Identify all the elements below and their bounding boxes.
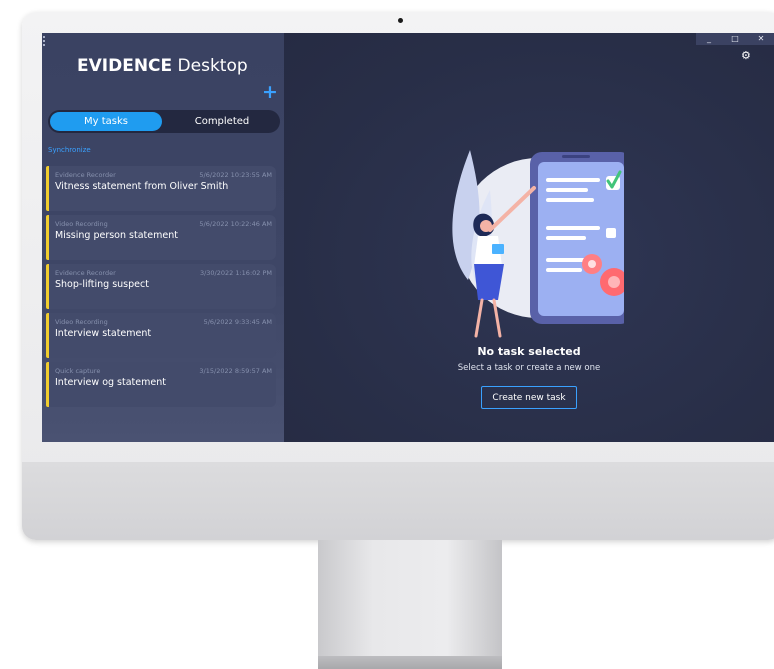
monitor-stand-base — [318, 656, 502, 669]
task-date: 3/30/2022 1:16:02 PM — [199, 269, 272, 277]
sidebar: EVIDENCE Desktop + My tasks Completed Sy… — [42, 33, 284, 442]
task-title: Shop-lifting suspect — [55, 279, 149, 290]
empty-state-title: No task selected — [477, 345, 581, 358]
app-title: EVIDENCE Desktop — [77, 56, 248, 76]
menu-dots-icon[interactable] — [43, 36, 46, 46]
monitor-chin — [22, 462, 774, 540]
task-item[interactable]: Evidence Recorder 3/30/2022 1:16:02 PM S… — [46, 264, 276, 309]
task-type: Evidence Recorder — [55, 269, 116, 277]
task-type: Evidence Recorder — [55, 171, 116, 179]
app-title-bold: EVIDENCE — [77, 56, 173, 76]
task-title: Vitness statement from Oliver Smith — [55, 181, 229, 192]
task-item[interactable]: Evidence Recorder 5/6/2022 10:23:55 AM V… — [46, 166, 276, 211]
task-title: Interview statement — [55, 328, 152, 339]
tab-my-tasks[interactable]: My tasks — [50, 112, 162, 131]
task-title: Missing person statement — [55, 230, 178, 241]
create-new-task-button[interactable]: Create new task — [481, 386, 577, 409]
task-title: Interview og statement — [55, 377, 166, 388]
maximize-button[interactable]: □ — [722, 33, 748, 45]
gear-icon[interactable]: ⚙ — [741, 50, 752, 61]
minimize-button[interactable]: _ — [696, 33, 722, 45]
add-task-plus-icon[interactable]: + — [262, 83, 278, 102]
task-type: Video Recording — [55, 220, 108, 228]
tab-completed[interactable]: Completed — [166, 112, 278, 131]
empty-state-subtitle: Select a task or create a new one — [457, 363, 601, 373]
synchronize-link[interactable]: Synchronize — [48, 146, 91, 154]
window-controls: _ □ ✕ — [696, 33, 774, 45]
task-date: 5/6/2022 10:23:55 AM — [199, 171, 272, 179]
task-item[interactable]: Quick capture 3/15/2022 8:59:57 AM Inter… — [46, 362, 276, 407]
task-list: Evidence Recorder 5/6/2022 10:23:55 AM V… — [46, 166, 276, 411]
close-button[interactable]: ✕ — [748, 33, 774, 45]
task-type: Quick capture — [55, 367, 101, 375]
task-date: 5/6/2022 9:33:45 AM — [203, 318, 272, 326]
task-item[interactable]: Video Recording 5/6/2022 10:22:46 AM Mis… — [46, 215, 276, 260]
task-date: 3/15/2022 8:59:57 AM — [199, 367, 272, 375]
monitor-stand — [318, 540, 502, 669]
task-tabs: My tasks Completed — [48, 110, 280, 133]
main-panel: _ □ ✕ ⚙ No task selected Select a task o… — [284, 33, 774, 442]
camera-dot — [398, 18, 403, 23]
app-window: EVIDENCE Desktop + My tasks Completed Sy… — [42, 33, 774, 442]
app-title-light: Desktop — [177, 56, 248, 76]
task-item[interactable]: Video Recording 5/6/2022 9:33:45 AM Inte… — [46, 313, 276, 358]
task-date: 5/6/2022 10:22:46 AM — [199, 220, 272, 228]
empty-state-illustration — [452, 150, 624, 338]
task-type: Video Recording — [55, 318, 108, 326]
